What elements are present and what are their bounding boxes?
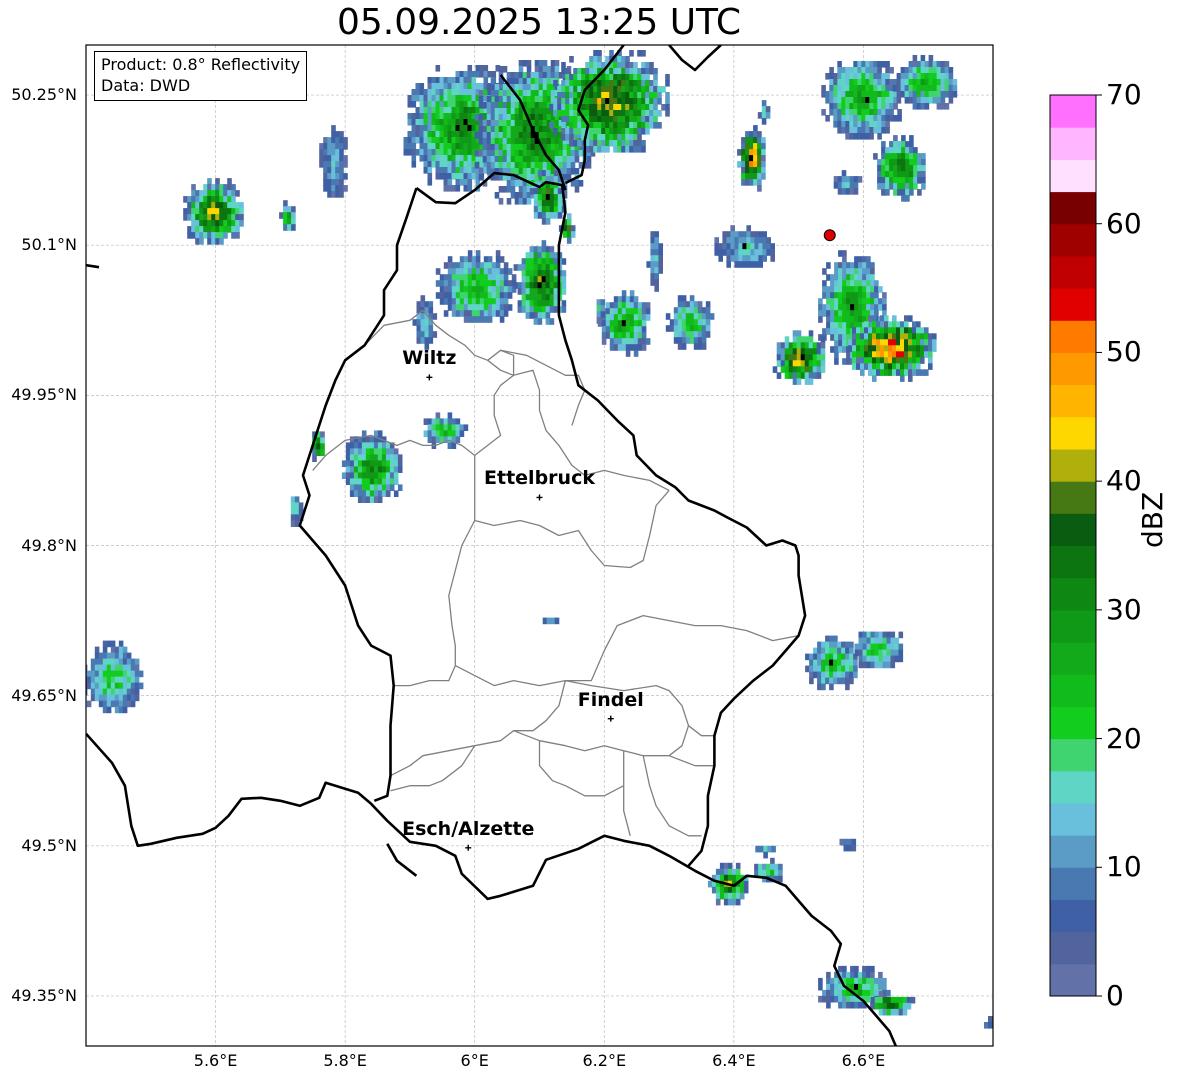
colorbar-bin	[1050, 706, 1096, 740]
colorbar-bin	[1050, 802, 1096, 836]
colorbar-bin	[1050, 159, 1096, 193]
colorbar-unit: dBZ	[1136, 491, 1169, 548]
colorbar-tick-label: 70	[1106, 78, 1142, 111]
colorbar-bin	[1050, 577, 1096, 611]
colorbar-bin	[1050, 899, 1096, 933]
colorbar-bin	[1050, 352, 1096, 386]
colorbar-bin	[1050, 867, 1096, 900]
colorbar-tick-label: 50	[1106, 335, 1142, 369]
colorbar-tick-label: 0	[1106, 979, 1124, 1012]
colorbar-bin	[1050, 449, 1096, 482]
colorbar-bin	[1050, 481, 1096, 514]
colorbar-bin	[1050, 931, 1096, 965]
colorbar-bin	[1050, 320, 1096, 353]
colorbar-bin	[1050, 609, 1096, 643]
colorbar-bin	[1050, 416, 1096, 450]
colorbar-bin	[1050, 835, 1096, 868]
colorbar-bin	[1050, 545, 1096, 579]
colorbar-bin	[1050, 255, 1096, 289]
colorbar	[1049, 94, 1102, 997]
colorbar-bin	[1050, 963, 1096, 997]
colorbar-bin	[1050, 191, 1096, 225]
colorbar-tick-label: 30	[1106, 592, 1142, 626]
colorbar-bin	[1050, 513, 1096, 546]
colorbar-bin	[1050, 384, 1096, 418]
colorbar-bin	[1050, 288, 1096, 321]
colorbar-tick-label: 20	[1106, 721, 1142, 755]
colorbar-bin	[1050, 127, 1096, 160]
colorbar-tick-label: 60	[1106, 206, 1142, 240]
colorbar-bin	[1050, 770, 1096, 804]
colorbar-tick-label: 10	[1106, 850, 1142, 884]
colorbar-bin	[1050, 95, 1096, 128]
colorbar-bin	[1050, 738, 1096, 772]
colorbar-bin	[1050, 223, 1096, 257]
colorbar-bin	[1050, 674, 1096, 707]
colorbar-bin	[1050, 642, 1096, 675]
